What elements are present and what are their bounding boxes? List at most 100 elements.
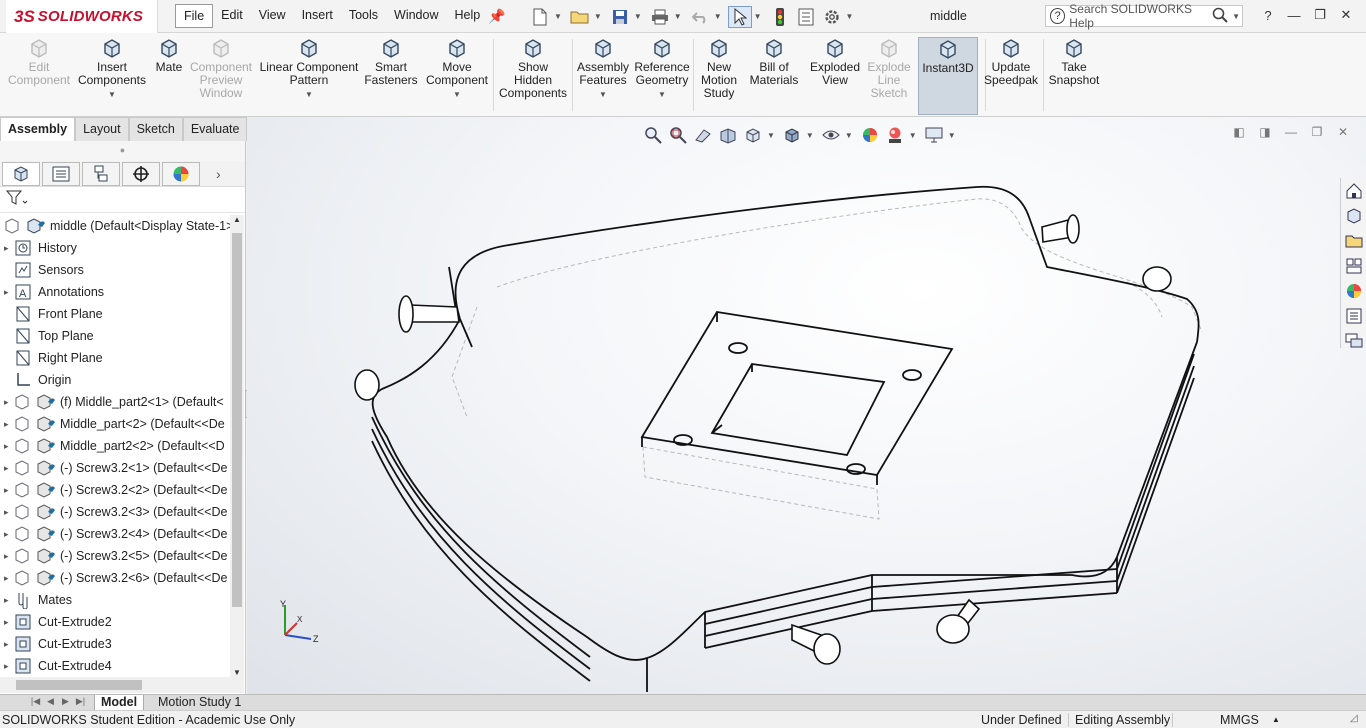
print-dropdown-icon[interactable]: ▼ <box>674 12 682 21</box>
insert-components-button[interactable]: Insert Components ▼ <box>76 37 148 115</box>
open-dropdown-icon[interactable]: ▼ <box>594 12 602 21</box>
tree-expand-icon[interactable]: ▸ <box>4 661 14 672</box>
close-button[interactable]: ✕ <box>1333 4 1359 26</box>
solidworks-logo[interactable]: 3S SOLIDWORKS <box>6 0 158 33</box>
reference-geometry-button[interactable]: Reference Geometry ▼ <box>634 37 690 115</box>
filter-funnel-icon[interactable] <box>5 190 28 209</box>
tree-expand-icon[interactable]: ▸ <box>4 243 14 254</box>
undo-dropdown-icon[interactable]: ▼ <box>714 12 722 21</box>
explode-line-sketch-button[interactable]: Explode Line Sketch <box>866 37 912 115</box>
linear-component-pattern-button[interactable]: Linear Component Pattern ▼ <box>258 37 360 115</box>
tree-expand-icon[interactable]: ▸ <box>4 463 14 474</box>
tree-vertical-scrollbar[interactable]: ▲ ▼ <box>230 215 244 677</box>
linear-component-pattern-dropdown-icon[interactable]: ▼ <box>305 88 313 101</box>
tab-assembly[interactable]: Assembly <box>0 117 76 141</box>
first-tab-arrow-icon[interactable]: |◀ <box>28 696 43 710</box>
exploded-view-button[interactable]: Exploded View <box>806 37 864 115</box>
unit-system-caret-icon[interactable]: ▲ <box>1272 715 1280 724</box>
new-motion-study-button[interactable]: New Motion Study <box>697 37 741 115</box>
tree-item-part[interactable]: ▸ (-) Screw3.2<3> (Default<<De <box>0 501 230 523</box>
file-explorer-icon[interactable] <box>1343 230 1365 252</box>
tree-item-sensors[interactable]: Sensors <box>0 259 230 281</box>
menu-insert[interactable]: Insert <box>294 4 341 28</box>
panel-grip-icon[interactable]: ● <box>0 141 245 161</box>
configuration-manager-tab-icon[interactable] <box>82 161 120 186</box>
resize-grip-icon[interactable]: ◿ <box>1350 713 1358 724</box>
take-snapshot-button[interactable]: Take Snapshot <box>1046 37 1102 115</box>
insert-components-dropdown-icon[interactable]: ▼ <box>108 88 116 101</box>
tree-scroll-thumb[interactable] <box>232 233 242 607</box>
property-manager-tab-icon[interactable] <box>42 161 80 186</box>
dimxpert-manager-tab-icon[interactable] <box>122 161 160 186</box>
move-component-dropdown-icon[interactable]: ▼ <box>453 88 461 101</box>
pin-menu-icon[interactable]: 📌 <box>488 8 505 25</box>
tree-item-mates[interactable]: ▸ Mates <box>0 589 230 611</box>
tab-model[interactable]: Model <box>94 695 145 711</box>
save-dropdown-icon[interactable]: ▼ <box>634 12 642 21</box>
search-icon[interactable] <box>1212 7 1228 26</box>
last-tab-arrow-icon[interactable]: ▶| <box>73 696 88 710</box>
graphics-area[interactable]: ▼ ▼ ▼ ▼ ▼ ◧ ◨ — ❐ ✕ Y Z X <box>247 117 1366 694</box>
reference-geometry-dropdown-icon[interactable]: ▼ <box>658 88 666 101</box>
tree-expand-icon[interactable]: ▸ <box>4 617 14 628</box>
prev-tab-arrow-icon[interactable]: ◀ <box>43 696 58 710</box>
mate-button[interactable]: Mate <box>152 37 186 115</box>
tab-sketch[interactable]: Sketch <box>128 117 183 141</box>
menu-help[interactable]: Help <box>447 4 489 28</box>
move-component-button[interactable]: Move Component ▼ <box>422 37 492 115</box>
tab-motion-study-1[interactable]: Motion Study 1 <box>152 695 247 711</box>
tree-item-feature[interactable]: ▸ Cut-Extrude2 <box>0 611 230 633</box>
tree-item-annotations[interactable]: ▸ A Annotations <box>0 281 230 303</box>
tree-item-feature[interactable]: ▸ Cut-Extrude4 <box>0 655 230 677</box>
tree-expand-icon[interactable]: ▸ <box>4 419 14 430</box>
tree-item-part[interactable]: ▸ Middle_part<2> (Default<<De <box>0 413 230 435</box>
tree-expand-icon[interactable]: ▸ <box>4 529 14 540</box>
help-button[interactable]: ? <box>1255 4 1281 26</box>
restore-button[interactable]: ❐ <box>1307 4 1333 26</box>
display-manager-tab-icon[interactable] <box>162 161 200 186</box>
tree-item-part[interactable]: ▸ (-) Screw3.2<1> (Default<<De <box>0 457 230 479</box>
minimize-button[interactable]: — <box>1281 4 1307 26</box>
tree-item-plane[interactable]: Front Plane <box>0 303 230 325</box>
help-search-placeholder[interactable]: Search SOLIDWORKS Help <box>1069 2 1212 30</box>
tree-hscroll-thumb[interactable] <box>16 680 142 690</box>
tree-item-part[interactable]: ▸ (-) Screw3.2<5> (Default<<De <box>0 545 230 567</box>
select-dropdown-icon[interactable]: ▼ <box>754 12 762 21</box>
open-folder-icon[interactable] <box>568 6 592 28</box>
menu-window[interactable]: Window <box>386 4 446 28</box>
print-icon[interactable] <box>648 6 672 28</box>
unit-system-button[interactable]: MMGS <box>1220 713 1259 727</box>
bill-of-materials-button[interactable]: Bill of Materials <box>746 37 802 115</box>
tree-expand-icon[interactable]: ▸ <box>4 485 14 496</box>
file-properties-icon[interactable] <box>794 6 818 28</box>
design-library-icon[interactable] <box>1343 205 1365 227</box>
tree-horizontal-scrollbar[interactable] <box>0 677 244 693</box>
assembly-model-viewport[interactable]: Y Z X <box>247 117 1366 694</box>
tree-item-part[interactable]: ▸ (-) Screw3.2<2> (Default<<De <box>0 479 230 501</box>
options-gear-icon[interactable] <box>820 6 844 28</box>
appearances-scenes-icon[interactable] <box>1343 280 1365 302</box>
more-tabs-chevron-icon[interactable]: › <box>216 166 221 182</box>
update-speedpak-button[interactable]: Update Speedpak <box>982 37 1040 115</box>
select-pointer-icon[interactable] <box>727 5 752 28</box>
tree-expand-icon[interactable]: ▸ <box>4 397 14 408</box>
next-tab-arrow-icon[interactable]: ▶ <box>58 696 73 710</box>
solidworks-resources-home-icon[interactable] <box>1343 180 1365 202</box>
tree-expand-icon[interactable]: ▸ <box>4 595 14 606</box>
tree-item-part[interactable]: ▸ Middle_part2<2> (Default<<D <box>0 435 230 457</box>
tree-expand-icon[interactable]: ▸ <box>4 639 14 650</box>
tree-expand-icon[interactable]: ▸ <box>4 551 14 562</box>
tree-filter[interactable] <box>0 187 245 213</box>
tab-evaluate[interactable]: Evaluate <box>182 117 248 141</box>
undo-icon[interactable] <box>688 6 712 28</box>
tree-item-origin[interactable]: Origin <box>0 369 230 391</box>
tree-item-history[interactable]: ▸ History <box>0 237 230 259</box>
tree-expand-icon[interactable]: ▸ <box>4 573 14 584</box>
assembly-features-button[interactable]: Assembly Features ▼ <box>575 37 631 115</box>
search-dropdown-icon[interactable]: ▼ <box>1232 12 1240 21</box>
assembly-features-dropdown-icon[interactable]: ▼ <box>599 88 607 101</box>
custom-properties-icon[interactable] <box>1343 305 1365 327</box>
new-dropdown-icon[interactable]: ▼ <box>554 12 562 21</box>
tree-item-plane[interactable]: Right Plane <box>0 347 230 369</box>
help-search-box[interactable]: ? Search SOLIDWORKS Help ▼ <box>1045 2 1243 30</box>
